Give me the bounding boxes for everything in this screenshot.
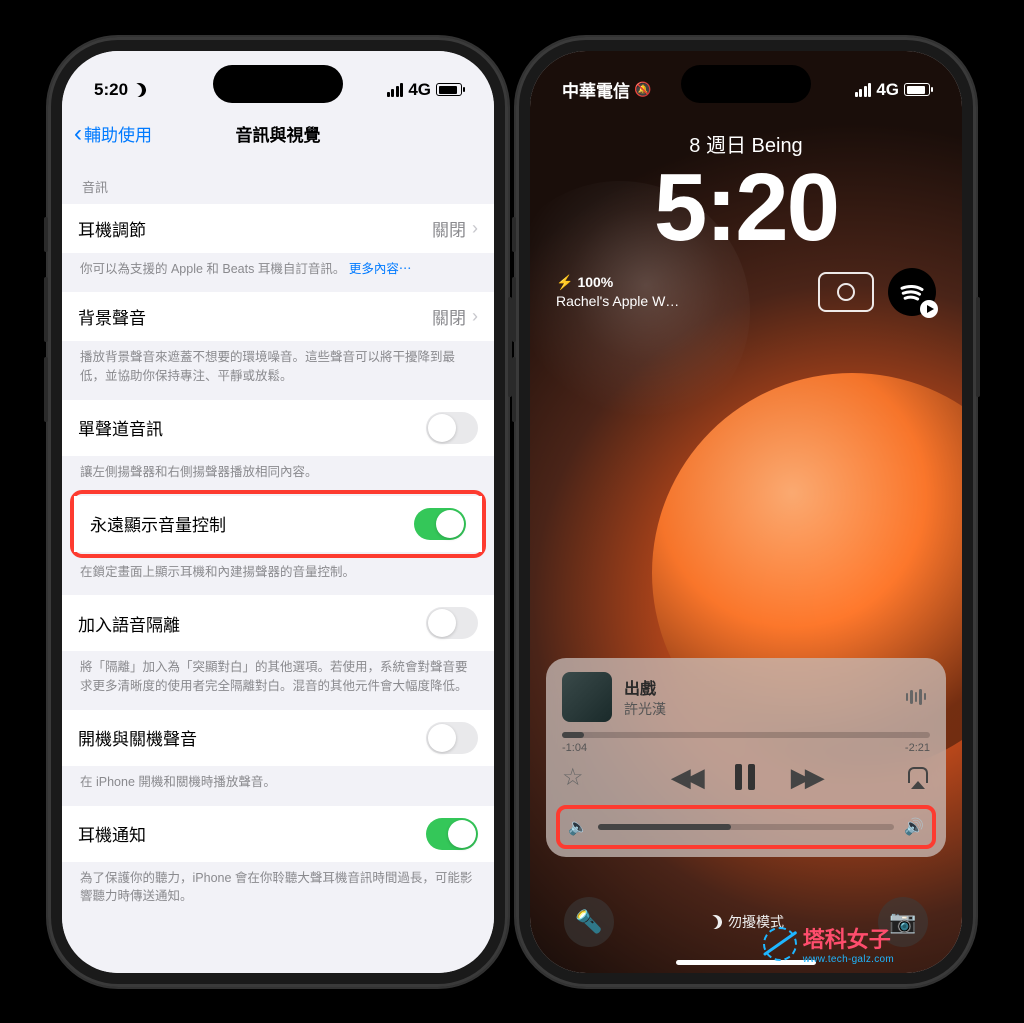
lock-time: 5:20: [530, 160, 962, 256]
nav-bar: ‹ 輔助使用 音訊與視覺: [62, 111, 494, 157]
network-label: 4G: [408, 80, 431, 100]
forward-button[interactable]: ▶▶: [791, 762, 819, 793]
row-label: 耳機調節: [78, 216, 146, 241]
row-label: 背景聲音: [78, 304, 146, 329]
volume-high-icon: 🔊: [904, 817, 924, 837]
battery-pct: 100%: [577, 273, 613, 292]
progress-slider[interactable]: [562, 732, 930, 738]
camera-widget[interactable]: [818, 272, 874, 312]
focus-moon-icon: [130, 81, 148, 99]
track-artist: 許光漢: [624, 699, 890, 719]
flashlight-icon: 🔦: [575, 909, 602, 935]
more-link[interactable]: 更多內容⋯: [349, 262, 412, 276]
volume-slider[interactable]: [598, 824, 894, 830]
network-label: 4G: [876, 80, 899, 100]
section-header: 音訊: [62, 157, 494, 204]
row-headphone-notify[interactable]: 耳機通知: [62, 806, 494, 862]
row-footer: 為了保護你的聽力，iPhone 會在你聆聽大聲耳機音訊時間過長，可能影響聽力時傳…: [62, 862, 494, 907]
right-phone: 中華電信 🔕 4G 8 週日 Being 5:20 ⚡ 100% Rac: [516, 37, 976, 987]
status-time: 5:20: [94, 80, 128, 100]
row-background-sounds[interactable]: 背景聲音 關閉 ›: [62, 292, 494, 341]
row-footer: 將「隔離」加入為「突顯對白」的其他選項。若使用，系統會對聲音要求更多清晰度的使用…: [62, 651, 494, 696]
chevron-right-icon: ›: [472, 306, 478, 327]
row-label: 耳機通知: [78, 821, 146, 846]
pause-button[interactable]: [735, 764, 755, 790]
dynamic-island: [681, 65, 811, 103]
battery-widget[interactable]: ⚡ 100% Rachel's Apple W…: [556, 273, 679, 311]
row-label: 永遠顯示音量控制: [90, 511, 226, 536]
waveform-icon[interactable]: [902, 689, 930, 705]
rewind-button[interactable]: ◀◀: [671, 762, 699, 793]
back-button[interactable]: ‹ 輔助使用: [74, 121, 152, 146]
time-remaining: -2:21: [905, 742, 930, 754]
watermark-name: 塔科女子: [803, 927, 891, 952]
row-footer: 在鎖定畫面上顯示耳機和內建揚聲器的音量控制。: [62, 556, 494, 582]
bell-off-icon: 🔕: [634, 81, 651, 98]
toggle-always-volume[interactable]: [414, 508, 466, 540]
toggle-power-sound[interactable]: [426, 722, 478, 754]
watermark-logo-icon: [763, 927, 797, 961]
battery-icon: [904, 83, 930, 96]
row-label: 單聲道音訊: [78, 415, 163, 440]
back-label: 輔助使用: [84, 121, 152, 146]
row-always-volume[interactable]: 永遠顯示音量控制: [74, 496, 482, 552]
album-art[interactable]: [562, 672, 612, 722]
battery-icon: [436, 83, 462, 96]
row-mono-audio[interactable]: 單聲道音訊: [62, 400, 494, 456]
row-label: 加入語音隔離: [78, 611, 180, 636]
music-player: 出戲 許光漢 -1:04 -2:21 ☆ ◀◀: [546, 658, 946, 857]
signal-icon: [855, 83, 872, 97]
carrier-label: 中華電信: [562, 77, 630, 102]
highlighted-volume: 🔈 🔊: [556, 805, 936, 849]
lock-screen: 中華電信 🔕 4G 8 週日 Being 5:20 ⚡ 100% Rac: [530, 51, 962, 973]
chevron-left-icon: ‹: [74, 122, 82, 146]
flashlight-button[interactable]: 🔦: [564, 897, 614, 947]
row-footer: 在 iPhone 開機和關機時播放聲音。: [62, 766, 494, 792]
star-icon[interactable]: ☆: [562, 763, 584, 792]
row-headphone-accom[interactable]: 耳機調節 關閉 ›: [62, 204, 494, 253]
row-footer: 播放背景聲音來遮蓋不想要的環境噪音。這些聲音可以將干擾降到最低，並協助你保持專注…: [62, 341, 494, 386]
chevron-right-icon: ›: [472, 218, 478, 239]
row-footer: 你可以為支援的 Apple 和 Beats 耳機自訂音訊。 更多內容⋯: [62, 253, 494, 279]
row-power-sound[interactable]: 開機與關機聲音: [62, 710, 494, 766]
settings-screen: ‹ 輔助使用 音訊與視覺 音訊 耳機調節 關閉 › 你可以為支援的 Apple …: [62, 51, 494, 973]
moon-icon: [706, 913, 724, 931]
highlighted-row: 永遠顯示音量控制: [70, 490, 486, 558]
bolt-icon: ⚡: [556, 273, 573, 292]
row-value: 關閉: [432, 216, 466, 241]
row-value: 關閉: [432, 304, 466, 329]
lock-widgets: ⚡ 100% Rachel's Apple W…: [530, 256, 962, 316]
spotify-widget[interactable]: [888, 268, 936, 316]
track-title: 出戲: [624, 675, 890, 699]
row-voice-isolation[interactable]: 加入語音隔離: [62, 595, 494, 651]
toggle-mono[interactable]: [426, 412, 478, 444]
left-phone: 5:20 4G ‹ 輔助使用 音訊與視覺 音訊 耳機調節 關閉: [48, 37, 508, 987]
row-footer: 讓左側揚聲器和右側揚聲器播放相同內容。: [62, 456, 494, 482]
signal-icon: [387, 83, 404, 97]
dynamic-island: [213, 65, 343, 103]
toggle-headphone-notify[interactable]: [426, 818, 478, 850]
volume-low-icon: 🔈: [568, 817, 588, 837]
watermark-url: www.tech-galz.com: [803, 954, 894, 965]
time-elapsed: -1:04: [562, 742, 587, 754]
row-label: 開機與關機聲音: [78, 725, 197, 750]
toggle-voice-isolation[interactable]: [426, 607, 478, 639]
battery-device: Rachel's Apple W…: [556, 292, 679, 311]
play-badge-icon: [920, 300, 938, 318]
airplay-icon[interactable]: [906, 765, 930, 789]
watermark: 塔科女子 www.tech-galz.com: [763, 922, 894, 965]
